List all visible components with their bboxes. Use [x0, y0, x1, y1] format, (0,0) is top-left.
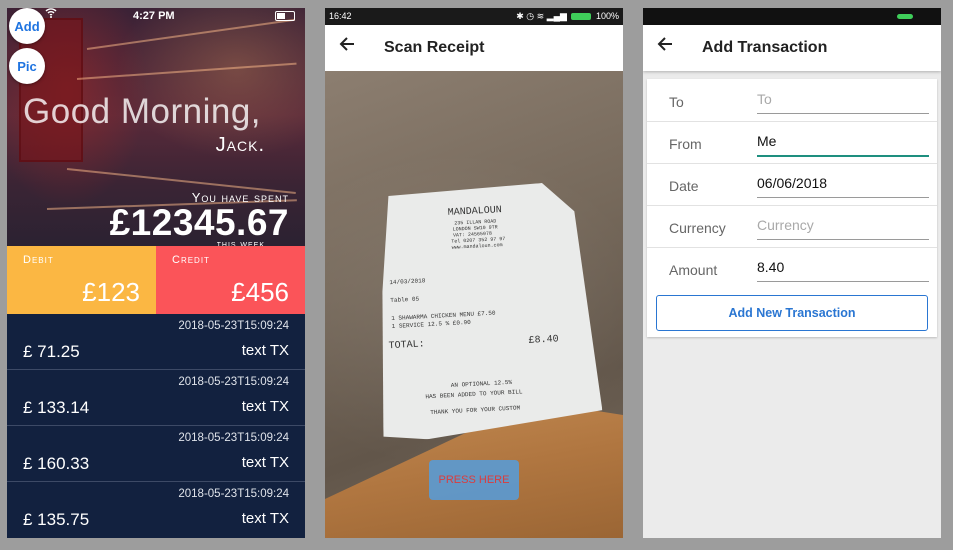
spent-period: this week [216, 239, 265, 246]
transaction-text: text TX [241, 454, 289, 471]
battery-icon [571, 13, 592, 20]
transaction-text: text TX [241, 510, 289, 527]
receipt-image: MANDALOUN 235 ILLAN ROAD LONDON SW10 9TR… [371, 180, 604, 441]
transaction-row[interactable]: 2018-05-23T15:09:24 £ 135.75 text TX [7, 482, 305, 537]
app-bar: Add Transaction [643, 25, 941, 71]
currency-field[interactable]: Currency [757, 211, 929, 240]
amount-label: Amount [669, 262, 718, 278]
transaction-row[interactable]: 2018-05-23T15:09:24 £ 71.25 text TX [7, 314, 305, 370]
greeting: Good Morning, [23, 92, 262, 131]
debit-card[interactable]: Debit £123 [7, 246, 156, 314]
transaction-row[interactable]: 2018-05-23T15:09:24 £ 160.33 text TX [7, 426, 305, 482]
transaction-amount: £ 71.25 [23, 342, 80, 361]
credit-value: £456 [231, 277, 289, 307]
receipt-date: 14/03/2018 [389, 277, 426, 287]
transaction-amount: £ 160.33 [23, 454, 90, 473]
spent-total: £12345.67 [109, 202, 289, 243]
pic-button[interactable]: Pic [9, 48, 45, 84]
form-row-to: To To [647, 79, 937, 122]
app-bar: Scan Receipt [325, 25, 623, 71]
transaction-form: To To From Me Date 06/06/2018 Currency C… [647, 79, 937, 337]
debit-value: £123 [82, 277, 140, 307]
date-field[interactable]: 06/06/2018 [757, 169, 929, 198]
form-row-amount: Amount 8.40 [647, 247, 937, 289]
receipt-note: THANK YOU FOR YOUR CUSTOM [430, 404, 521, 417]
add-button[interactable]: Add [9, 8, 45, 44]
status-bar [643, 8, 941, 25]
battery-icon [275, 11, 295, 21]
battery-icon [897, 14, 913, 19]
transaction-date: 2018-05-23T15:09:24 [178, 432, 289, 444]
transaction-date: 2018-05-23T15:09:24 [178, 488, 289, 500]
from-label: From [669, 136, 702, 152]
transaction-text: text TX [241, 342, 289, 359]
transaction-text: text TX [241, 398, 289, 415]
status-time: 16:42 [329, 11, 352, 21]
credit-card[interactable]: Credit £456 [156, 246, 305, 314]
add-new-transaction-button[interactable]: Add New Transaction [656, 295, 928, 331]
receipt-total-value: £8.40 [528, 334, 559, 347]
debit-label: Debit [23, 254, 54, 266]
scan-receipt-screen: 16:42 ✱ ◷ ≋ ▂▄▆ 100% Scan Receipt MANDAL… [325, 8, 623, 538]
to-label: To [669, 94, 684, 110]
from-field[interactable]: Me [757, 127, 929, 157]
form-row-from: From Me [647, 121, 937, 164]
wifi-icon [45, 8, 57, 21]
back-arrow-icon[interactable] [339, 36, 355, 58]
receipt-note: HAS BEEN ADDED TO YOUR BILL [425, 388, 523, 401]
alarm-icon: ◷ [526, 11, 535, 21]
receipt-web: www.mandaloun.com [451, 242, 503, 251]
page-title: Scan Receipt [384, 39, 485, 56]
receipt-table: Table 05 [390, 295, 420, 305]
to-field[interactable]: To [757, 85, 929, 114]
page-title: Add Transaction [702, 39, 828, 56]
home-screen: 4:27 PM Add Pic Good Morning, Jack. You … [7, 8, 305, 538]
currency-label: Currency [669, 220, 726, 236]
form-row-currency: Currency Currency [647, 205, 937, 248]
status-icons: ✱ ◷ ≋ ▂▄▆ 100% [516, 11, 619, 22]
wifi-icon: ≋ [536, 11, 545, 21]
signal-icon: ▂▄▆ [546, 11, 567, 21]
receipt-total-label: TOTAL: [388, 339, 425, 353]
press-here-button[interactable]: PRESS HERE [429, 460, 519, 500]
credit-label: Credit [172, 254, 210, 266]
amount-field[interactable]: 8.40 [757, 253, 929, 282]
transaction-date: 2018-05-23T15:09:24 [178, 376, 289, 388]
transaction-row[interactable]: 2018-05-23T15:09:24 £ 133.14 text TX [7, 370, 305, 426]
back-arrow-icon[interactable] [657, 36, 673, 58]
status-bar: 16:42 ✱ ◷ ≋ ▂▄▆ 100% [325, 8, 623, 25]
receipt-merchant: MANDALOUN [447, 205, 503, 219]
add-transaction-screen: Add Transaction To To From Me Date 06/06… [643, 8, 941, 538]
transaction-amount: £ 135.75 [23, 510, 90, 529]
date-label: Date [669, 178, 699, 194]
status-bar: 4:27 PM [7, 8, 305, 24]
form-row-date: Date 06/06/2018 [647, 163, 937, 206]
transaction-amount: £ 133.14 [23, 398, 90, 417]
user-name: Jack. [215, 134, 265, 156]
transaction-date: 2018-05-23T15:09:24 [178, 320, 289, 332]
battery-percent: 100% [595, 11, 619, 21]
status-time: 4:27 PM [133, 10, 175, 22]
receipt-note: AN OPTIONAL 12.5% [450, 378, 513, 389]
bluetooth-icon: ✱ [516, 11, 524, 21]
